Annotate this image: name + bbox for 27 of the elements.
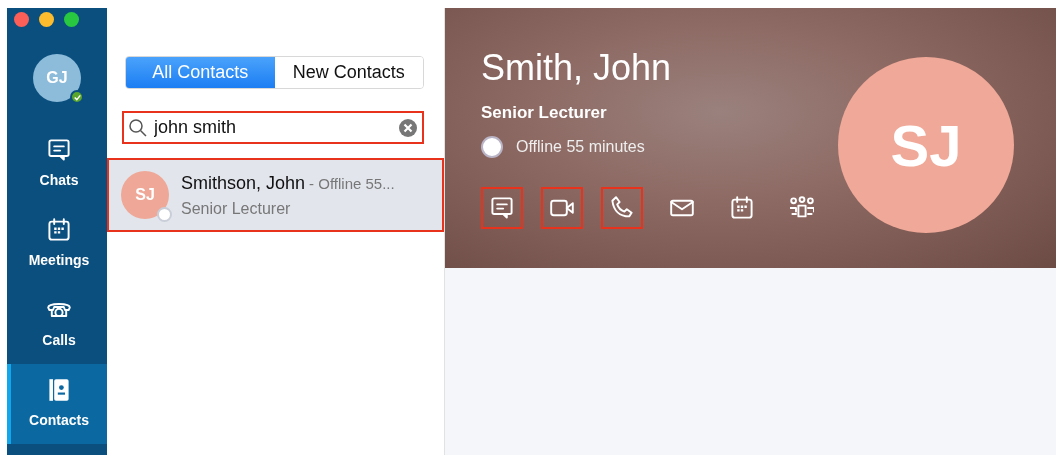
contact-card-icon bbox=[47, 377, 71, 402]
chat-icon bbox=[47, 137, 71, 162]
contact-title: Senior Lecturer bbox=[481, 101, 608, 124]
window-control[interactable] bbox=[39, 12, 54, 27]
chat-button[interactable] bbox=[481, 187, 523, 230]
clear-icon[interactable] bbox=[398, 117, 418, 138]
calendar-icon bbox=[730, 196, 754, 221]
chat-icon bbox=[490, 196, 514, 221]
presence-status: Offline 55 minutes bbox=[516, 137, 645, 158]
presence-status: - Offline 55... bbox=[309, 173, 395, 194]
window-control[interactable] bbox=[14, 12, 29, 27]
video-call-button[interactable] bbox=[541, 187, 583, 230]
contact-result[interactable]: SJ Smithson, John - Offline 55... Senior Lecturer bbox=[107, 158, 444, 232]
window-control[interactable] bbox=[64, 12, 79, 27]
contact-name: Smithson, John bbox=[181, 171, 306, 195]
nav-tab[interactable]: Chats bbox=[7, 124, 107, 204]
avatar-initials: SJ bbox=[135, 185, 155, 205]
nav-tab[interactable]: Contacts bbox=[7, 364, 107, 444]
calendar-icon bbox=[47, 217, 71, 242]
nav-tab[interactable]: Meetings bbox=[7, 204, 107, 284]
user-initials: GJ bbox=[46, 68, 68, 88]
avatar-initials: SJ bbox=[890, 111, 962, 180]
search-icon bbox=[128, 117, 148, 138]
contact-name: Smith, John bbox=[481, 48, 673, 88]
nav-tab[interactable]: Calls bbox=[7, 284, 107, 364]
call-button[interactable] bbox=[601, 187, 643, 230]
contact-title: Senior Lecturer bbox=[181, 198, 292, 219]
